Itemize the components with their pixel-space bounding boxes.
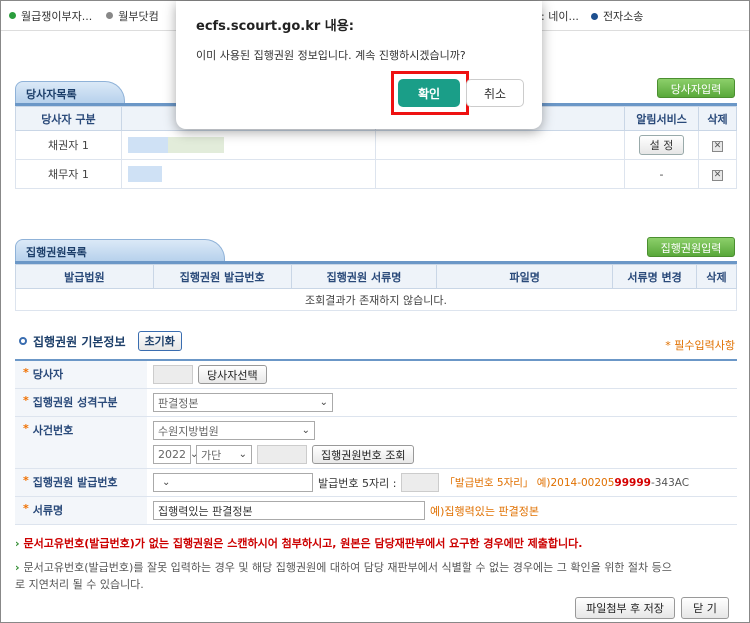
column-header: 서류명 변경 xyxy=(612,264,697,289)
alert-status: - xyxy=(624,159,699,189)
nature-row: * 집행권원 성격구분 판결정본 xyxy=(15,389,737,417)
issue-select[interactable] xyxy=(153,473,313,492)
titles-table: 발급법원 집행권원 발급번호 집행권원 서류명 파일명 서류명 변경 삭제 조회… xyxy=(15,264,738,311)
select-party-button[interactable]: 당사자선택 xyxy=(198,365,267,384)
bookmark-label: 월급쟁이부자... xyxy=(21,9,93,23)
bookmark-icon xyxy=(106,12,114,19)
case-type-select[interactable]: 가단 xyxy=(196,445,252,464)
party-type: 채무자 1 xyxy=(15,159,122,189)
column-header: 발급법원 xyxy=(15,264,154,289)
party-value xyxy=(153,365,193,384)
titles-header: 집행권원목록 xyxy=(15,239,225,261)
close-button[interactable]: 닫 기 xyxy=(681,597,729,619)
add-title-button[interactable]: 집행권원입력 xyxy=(647,237,735,257)
notice-2-line-2: 로 지연처리 될 수 있습니다. xyxy=(15,578,144,591)
notice-1-text: 문서고유번호(발급번호)가 없는 집행권원은 스캔하시어 첨부하시고, 원본은 … xyxy=(23,537,583,550)
bookmark-icon xyxy=(590,12,598,20)
party-type: 채권자 1 xyxy=(15,130,122,160)
issue-example-prefix: 「발급번호 5자리」 예)2014-00205 xyxy=(444,477,615,489)
delete-icon[interactable]: ✕ xyxy=(712,170,723,181)
basic-info-form: *당사자 당사자선택 *집행권원 성격구분 판결정본 *사건번호 수원지방법원 … xyxy=(15,359,737,525)
table-row: 채권자 1 설 정 ✕ xyxy=(15,130,737,160)
issue-row: *집행권원 발급번호 발급번호 5자리 : 「발급번호 5자리」 예)2014-… xyxy=(15,469,737,497)
doc-example: 예)집행력있는 판결정본 xyxy=(430,504,539,518)
issue-5digit-label: 발급번호 5자리 : xyxy=(318,476,397,490)
party-label: 당사자 xyxy=(32,368,64,381)
confirm-dialog: ecfs.scourt.go.kr 내용: 이미 사용된 집행권원 정보입니다.… xyxy=(176,1,542,129)
notice-2-line-1: 문서고유번호(발급번호)를 잘못 입력하는 경우 및 해당 집행권원에 대하여 … xyxy=(23,561,672,574)
issue-5digit-input[interactable] xyxy=(401,473,440,492)
case-label: 사건번호 xyxy=(32,424,74,437)
column-header: 당사자 구분 xyxy=(15,106,122,131)
issue-example-suffix: -343AC xyxy=(650,477,690,489)
bookmark-icon xyxy=(9,12,16,19)
column-header: 삭제 xyxy=(695,264,738,289)
bookmark-item[interactable]: 전자소송 xyxy=(590,8,644,24)
case-row: *사건번호 수원지방법원 2022 가단 집행권원번호 조회 xyxy=(15,417,737,469)
notice-1: › 문서고유번호(발급번호)가 없는 집행권원은 스캔하시어 첨부하시고, 원본은… xyxy=(15,535,582,551)
case-number-input[interactable] xyxy=(257,445,307,464)
basic-info-heading: 집행권원 기본정보 xyxy=(33,334,126,349)
nature-label: 집행권원 성격구분 xyxy=(32,396,118,409)
reset-button[interactable]: 초기화 xyxy=(137,331,182,351)
ok-button[interactable]: 확인 xyxy=(398,79,460,107)
arrow-icon: › xyxy=(15,537,20,550)
column-header: 알림서비스 xyxy=(624,106,699,131)
bookmark-label: 전자소송 xyxy=(602,10,644,23)
required-note: * 필수입력사항 xyxy=(665,339,735,352)
column-header: 집행권원 발급번호 xyxy=(152,264,292,289)
bookmark-item[interactable]: : 네이... xyxy=(541,8,579,24)
notice-2: › 문서고유번호(발급번호)를 잘못 입력하는 경우 및 해당 집행권원에 대하여… xyxy=(15,559,737,593)
basic-info-title: 집행권원 기본정보 초기화 xyxy=(19,331,182,351)
arrow-icon: › xyxy=(15,561,20,574)
column-header: 파일명 xyxy=(436,264,614,289)
party-name xyxy=(120,159,376,189)
issue-example-highlight: 99999 xyxy=(614,477,651,489)
dialog-title: ecfs.scourt.go.kr 내용: xyxy=(196,19,354,34)
table-row: 채무자 1 - ✕ xyxy=(15,159,737,189)
column-header: 삭제 xyxy=(698,106,737,131)
bookmark-label: : 네이... xyxy=(541,10,579,23)
add-party-button[interactable]: 당사자입력 xyxy=(657,78,735,98)
nature-select[interactable]: 판결정본 xyxy=(153,393,333,412)
issue-label: 집행권원 발급번호 xyxy=(32,476,118,489)
court-select[interactable]: 수원지방법원 xyxy=(153,421,315,440)
cancel-button[interactable]: 취소 xyxy=(466,79,524,107)
doc-name-input[interactable]: 집행력있는 판결정본 xyxy=(153,501,425,520)
bookmark-item[interactable]: 월부닷컴 xyxy=(106,8,159,24)
case-lookup-button[interactable]: 집행권원번호 조회 xyxy=(312,445,415,464)
dialog-message: 이미 사용된 집행권원 정보입니다. 계속 진행하시겠습니까? xyxy=(196,49,466,62)
bookmark-item[interactable]: 월급쟁이부자... xyxy=(9,8,92,24)
attach-save-button[interactable]: 파일첨부 후 저장 xyxy=(575,597,675,619)
circle-bullet-icon xyxy=(19,337,27,345)
bookmark-label: 월부닷컴 xyxy=(118,9,159,23)
delete-icon[interactable]: ✕ xyxy=(712,141,723,152)
empty-message: 조회결과가 존재하지 않습니다. xyxy=(15,288,737,311)
doc-label: 서류명 xyxy=(32,504,64,517)
doc-row: * 서류명 집행력있는 판결정본 예)집행력있는 판결정본 xyxy=(15,497,737,525)
column-header: 집행권원 서류명 xyxy=(290,264,438,289)
year-select[interactable]: 2022 xyxy=(153,445,191,464)
alert-settings-button[interactable]: 설 정 xyxy=(638,135,685,155)
party-row: * 당사자 당사자선택 xyxy=(15,361,737,389)
party-name xyxy=(120,130,376,160)
parties-header: 당사자목록 xyxy=(15,81,125,103)
